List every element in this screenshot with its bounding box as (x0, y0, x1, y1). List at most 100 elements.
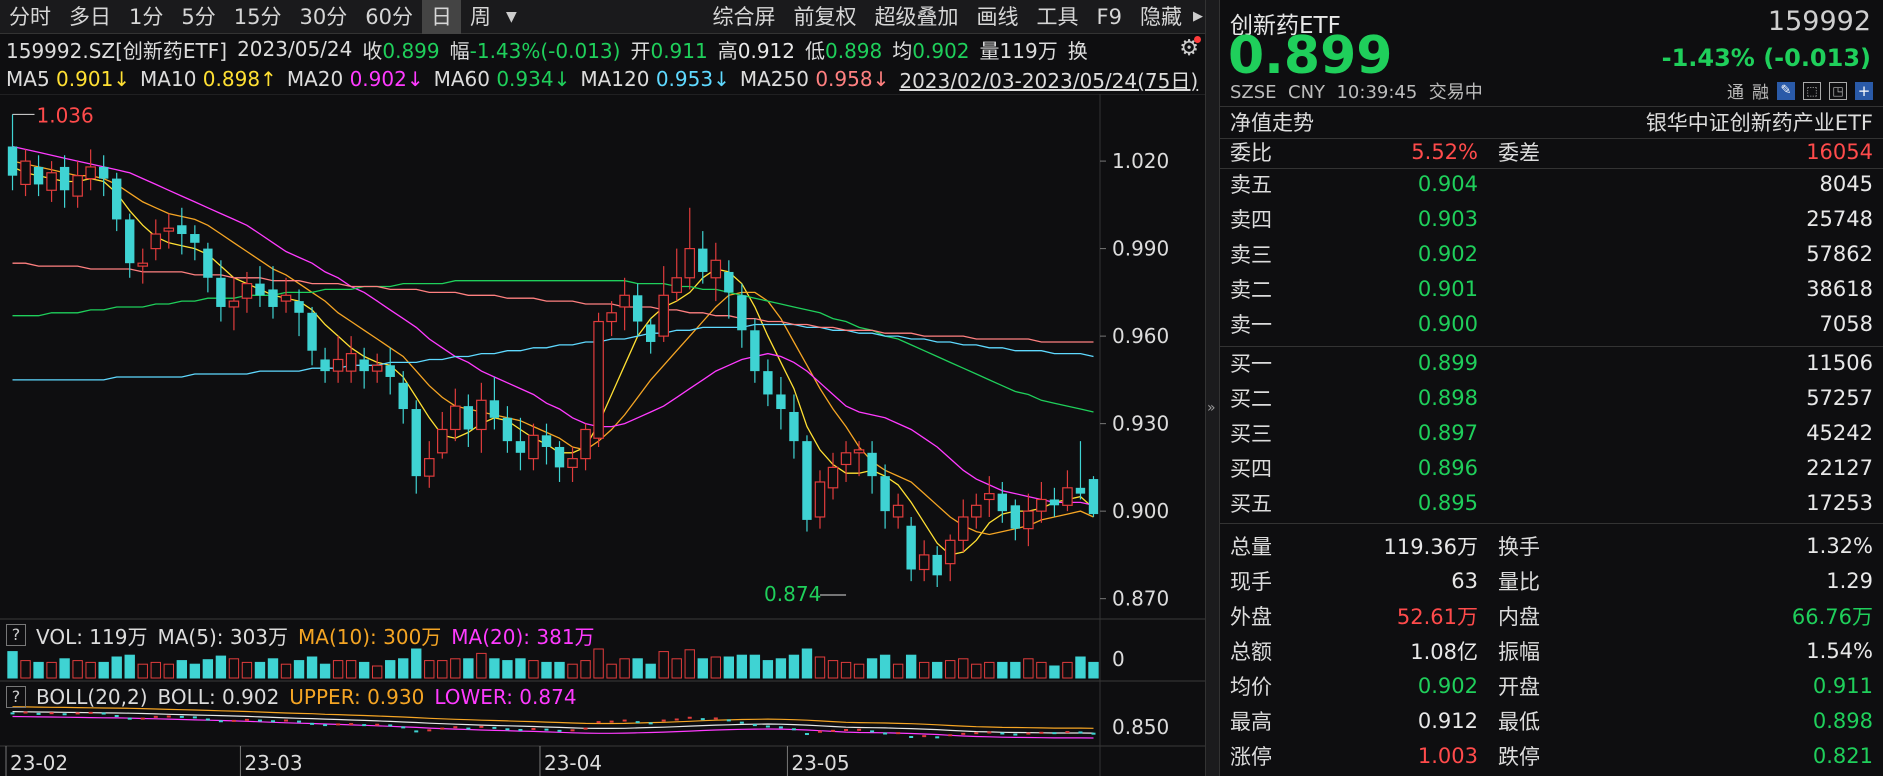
tab-30min[interactable]: 30分 (290, 0, 356, 34)
volume-bar (814, 656, 826, 679)
volume-bar (541, 661, 552, 679)
boll-axis-label: 0.850 (1112, 715, 1169, 739)
candle-body (280, 294, 292, 302)
stat-row-label: 外盘 (1230, 604, 1272, 629)
bid-row-value: 0.899 (1417, 350, 1478, 375)
tab-daily[interactable]: 日 (421, 0, 461, 34)
stat-row-value: 1.08亿 (1410, 639, 1478, 664)
kline-chart[interactable]: 1.020 0.990 0.960 0.930 0.900 0.870 23-02 23-03… (0, 94, 1205, 776)
tools-button[interactable]: 工具 (1028, 0, 1088, 34)
volume-bar (840, 661, 852, 679)
window-icon[interactable]: ⬚ (1803, 81, 1821, 100)
boll-legend: ? BOLL(20,2) BOLL: 0.902 UPPER: 0.930 LO… (6, 683, 577, 711)
volume-bar (528, 660, 539, 679)
ma5-value: 0.901↓ (56, 67, 131, 91)
volume-bar (971, 663, 982, 679)
stat-row-value: 119.36万 (1383, 534, 1478, 559)
candle-body (906, 525, 916, 570)
annotation-high: 1.036 (37, 103, 94, 127)
tab-15min[interactable]: 15分 (225, 0, 291, 34)
side-panel-toggle[interactable]: » (1205, 0, 1220, 776)
super-overlay-button[interactable]: 超级叠加 (866, 0, 968, 34)
ask-row-label: 卖二 (1230, 277, 1272, 302)
f9-button[interactable]: F9 (1088, 0, 1131, 34)
forward-adjust-button[interactable]: 前复权 (785, 0, 866, 34)
volume-bar (502, 660, 513, 679)
candle-body (371, 364, 383, 372)
change-label: 幅 (449, 38, 470, 63)
volume-bar (385, 660, 396, 679)
annotation-low: 0.874 (764, 582, 821, 606)
add-icon[interactable]: + (1855, 81, 1873, 100)
volume-bar (319, 663, 331, 679)
candle-body (385, 365, 395, 377)
low-value: 0.898 (825, 38, 883, 63)
ma250-value: 0.958↓ (815, 67, 890, 91)
volume-bar (645, 663, 656, 679)
weicha-value: 16054 (1806, 139, 1873, 164)
candle-body (944, 539, 956, 565)
double-chevron-right-icon: » (1207, 400, 1216, 416)
volume-bar (958, 658, 969, 679)
ask-row: 卖一 0.900 7058 (1230, 306, 1873, 341)
stat-row-label2: 振幅 (1498, 639, 1540, 664)
composite-screen-button[interactable]: 综合屏 (704, 0, 785, 34)
edit-icon[interactable]: ✎ (1777, 81, 1795, 100)
tab-fenshi[interactable]: 分时 (0, 0, 60, 34)
candle-body (1049, 499, 1060, 506)
expand-icon[interactable]: ◳ (1829, 81, 1847, 100)
volume-bar (762, 660, 774, 679)
volume-bar (879, 654, 891, 679)
boll-help-icon[interactable]: ? (6, 686, 26, 708)
tab-multiday[interactable]: 多日 (60, 0, 120, 34)
volume-help-icon[interactable]: ? (6, 624, 26, 646)
candle-body (1075, 487, 1086, 494)
x-tick-label: 23-02 (10, 751, 68, 775)
bid-row-label: 买四 (1230, 456, 1272, 481)
date-range-selector[interactable]: 2023/02/03-2023/05/24(75日) (899, 65, 1198, 94)
stat-row-value: 0.912 (1417, 708, 1478, 733)
toolbar-more-icon[interactable]: ▶ (1191, 9, 1205, 24)
candle-body (580, 428, 591, 460)
tab-60min[interactable]: 60分 (356, 0, 422, 34)
tab-5min[interactable]: 5分 (172, 0, 224, 34)
draw-line-button[interactable]: 画线 (968, 0, 1028, 34)
volume-ma20-label: MA(20): 381万 (451, 624, 595, 649)
bid-row: 买四 0.896 22127 (1230, 450, 1873, 485)
ma250-label: MA250 (739, 67, 809, 91)
volume-bar (801, 648, 813, 679)
nav-trend-label[interactable]: 净值走势 (1230, 107, 1314, 137)
y-tick-label: 1.020 (1112, 149, 1169, 173)
candle-body (840, 452, 852, 466)
ma-line-ma120 (12, 323, 1094, 381)
candle-body (307, 312, 317, 351)
bid-row-label: 买二 (1230, 386, 1272, 411)
candle-body (984, 493, 995, 501)
volume-bar (7, 651, 18, 679)
volume-bar (411, 648, 422, 679)
tab-weekly[interactable]: 周 (461, 0, 500, 34)
candle-body (1088, 479, 1099, 515)
stat-row-value: 52.61万 (1396, 604, 1478, 629)
volume-bar (476, 652, 487, 679)
volume-bar (46, 661, 57, 679)
gear-icon[interactable]: ⚙ (1179, 36, 1201, 61)
ma5-label: MA5 (6, 67, 50, 91)
period-dropdown-icon[interactable]: ▼ (500, 9, 523, 25)
candle-body (72, 175, 83, 197)
volume-label: 量 (979, 38, 1000, 63)
candle-body (880, 476, 890, 512)
bid-row-value: 0.895 (1417, 490, 1478, 515)
close-value: 0.899 (382, 38, 440, 63)
tab-1min[interactable]: 1分 (120, 0, 172, 34)
volume-bar (945, 660, 956, 679)
candle-body (619, 294, 630, 308)
volume-bar (1023, 658, 1034, 679)
open-value: 0.911 (650, 38, 708, 63)
volume-bar (932, 661, 943, 679)
hide-button[interactable]: 隐藏 (1131, 0, 1191, 34)
ask-row-value: 0.900 (1417, 311, 1478, 336)
candle-body (359, 359, 369, 372)
volume-bar (1062, 661, 1073, 679)
volume-bar (371, 665, 383, 679)
